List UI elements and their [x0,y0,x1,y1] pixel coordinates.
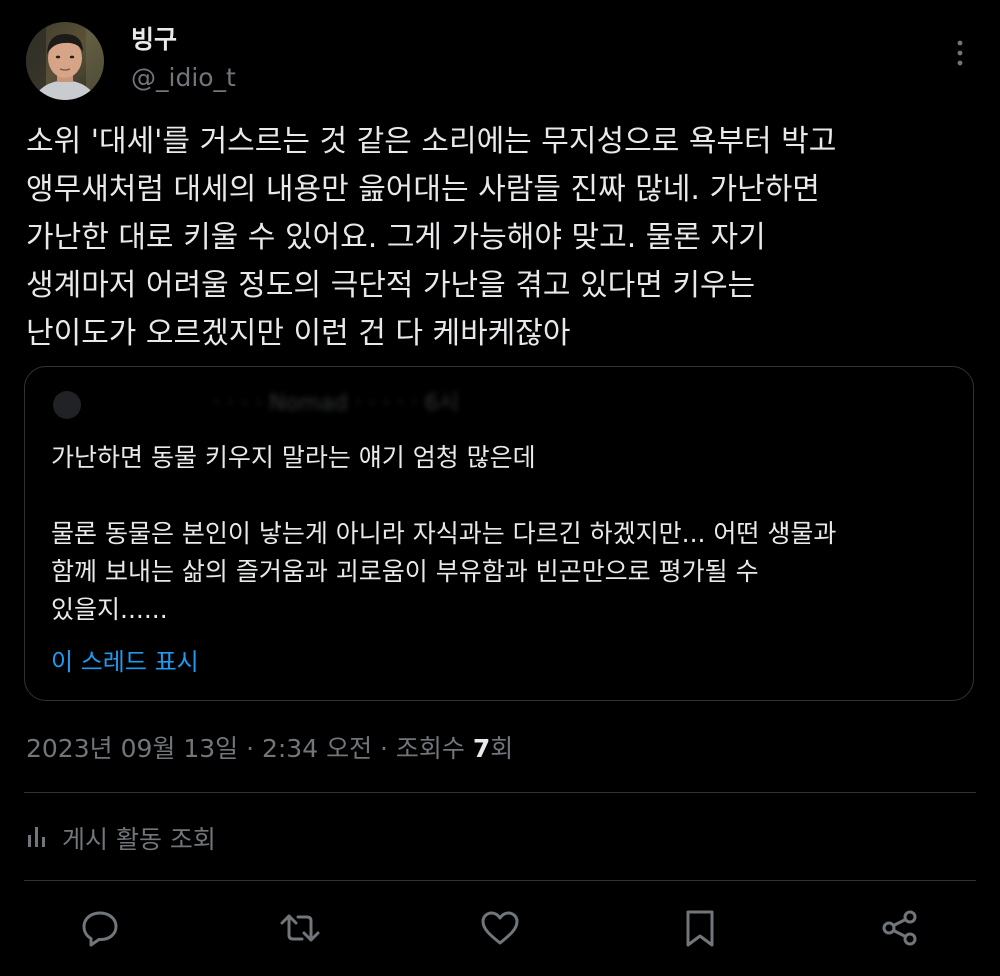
like-button[interactable] [480,908,520,948]
heart-icon [480,908,520,948]
more-vertical-icon [946,40,974,72]
views-suffix: 회 [490,734,514,763]
quoted-line: 물론 동물은 본인이 낳는게 아니라 자식과는 다르긴 하겠지만... 어떤 생… [51,519,837,548]
retweet-icon [280,908,320,948]
quoted-line: 있을지...... [51,595,168,624]
timestamp-text[interactable]: 2023년 09월 13일 · 2:34 오전 · 조회수 [26,734,473,763]
share-button[interactable] [880,908,920,948]
divider [24,880,976,881]
bookmark-button[interactable] [680,908,720,948]
tweet-line: 난이도가 오르겠지만 이런 건 다 케바케잖아 [26,316,571,351]
quoted-line: 가난하면 동물 키우지 말라는 얘기 엄청 많은데 [51,443,536,472]
tweet-timestamp[interactable]: 2023년 09월 13일 · 2:34 오전 · 조회수 7회 [26,732,513,766]
tweet-line: 소위 '대세'를 거스르는 것 같은 소리에는 무지성으로 욕부터 박고 [26,124,837,159]
quoted-line: 함께 보내는 삶의 즐거움과 괴로움이 부유함과 빈곤만으로 평가될 수 [51,557,759,586]
retweet-button[interactable] [280,908,320,948]
reply-button[interactable] [80,908,120,948]
tweet-line: 앵무새처럼 대세의 내용만 읊어대는 사람들 진짜 많네. 가난하면 [26,172,820,207]
quoted-line [51,477,951,515]
author-handle[interactable]: @_idio_t [131,62,236,94]
quoted-author-avatar [53,391,81,419]
quoted-tweet-header: · · · · Nomad · · · · · 6시 [53,389,533,419]
view-post-activity-button[interactable]: 게시 활동 조회 [26,820,216,856]
author-display-name[interactable]: 빙구 [131,24,177,56]
quoted-author-info-obscured: · · · · Nomad · · · · · 6시 [213,391,459,416]
tweet-line: 생계마저 어려울 정도의 극단적 가난을 겪고 있다면 키우는 [26,268,756,303]
quoted-tweet-card[interactable]: · · · · Nomad · · · · · 6시 가난하면 동물 키우지 말… [24,366,974,701]
show-thread-link[interactable]: 이 스레드 표시 [51,646,199,678]
quoted-tweet-text: 가난하면 동물 키우지 말라는 얘기 엄청 많은데 물론 동물은 본인이 낳는게… [51,439,951,629]
more-options-button[interactable] [946,38,974,68]
bar-chart-icon [26,823,52,853]
author-avatar[interactable] [26,22,104,100]
tweet-text: 소위 '대세'를 거스르는 것 같은 소리에는 무지성으로 욕부터 박고 앵무새… [26,118,976,358]
views-count: 7 [472,734,491,763]
tweet-line: 가난한 대로 키울 수 있어요. 그게 가능해야 맞고. 물론 자기 [26,220,766,255]
bookmark-icon [680,908,720,948]
share-icon [880,908,920,948]
divider [24,792,976,793]
reply-icon [80,908,120,948]
post-activity-label: 게시 활동 조회 [62,825,216,854]
